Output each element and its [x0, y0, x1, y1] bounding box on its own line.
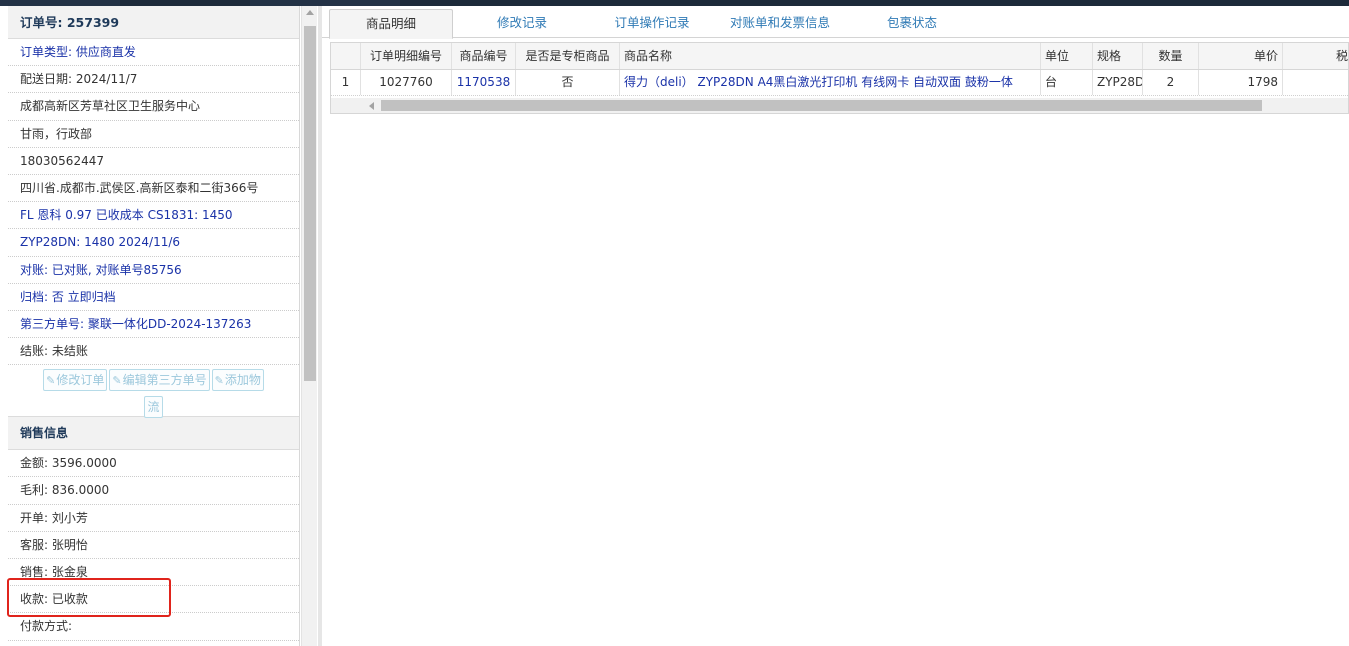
- cell-unit: 台: [1041, 70, 1093, 95]
- sales-detail-row: 毛利: 836.0000: [8, 477, 299, 505]
- edit-order-label: 修改订单: [56, 373, 105, 388]
- order-detail-row: 18030562447: [8, 148, 299, 175]
- header-product-name[interactable]: 商品名称: [620, 43, 1041, 69]
- order-detail-row[interactable]: ZYP28DN: 1480 2024/11/6: [8, 229, 299, 257]
- scroll-up-icon[interactable]: [306, 10, 314, 15]
- sales-detail-row: 开单: 刘小芳: [8, 505, 299, 532]
- edit-order-button[interactable]: ✎修改订单: [43, 369, 108, 392]
- horizontal-scrollbar-thumb[interactable]: [381, 100, 1262, 111]
- order-detail-row: 甘雨，行政部: [8, 121, 299, 148]
- order-detail-row: 四川省.成都市.武侯区.高新区泰和二街366号: [8, 175, 299, 203]
- cell-quantity: 2: [1143, 70, 1199, 95]
- cell-product-name-link[interactable]: 得力（deli） ZYP28DN A4黑白激光打印机 有线网卡 自动双面 鼓粉一…: [620, 70, 1041, 95]
- left-panel-scrollbar[interactable]: [301, 6, 317, 646]
- order-detail-row: 结账: 未结账: [8, 338, 299, 366]
- order-detail-row[interactable]: 订单类型: 供应商直发: [8, 39, 299, 67]
- detail-area: 商品明细 修改记录 订单操作记录 对账单和发票信息 包裹状态 订单明细编号 商品…: [322, 6, 1349, 646]
- header-detail-id[interactable]: 订单明细编号: [361, 43, 452, 69]
- cell-product-code-link[interactable]: 1170538: [452, 70, 516, 95]
- order-detail-row[interactable]: 归档: 否 立即归档: [8, 284, 299, 311]
- product-table: 订单明细编号 商品编号 是否是专柜商品 商品名称 单位 规格 数量 单价 税 1…: [330, 42, 1349, 114]
- header-counter-product[interactable]: 是否是专柜商品: [516, 43, 620, 69]
- sales-info-header: 销售信息: [8, 417, 299, 451]
- scroll-left-icon[interactable]: [369, 102, 374, 110]
- header-product-code[interactable]: 商品编号: [452, 43, 516, 69]
- edit-icon: ✎: [214, 374, 224, 388]
- header-unit[interactable]: 单位: [1041, 43, 1093, 69]
- scrollbar-thumb[interactable]: [304, 26, 316, 381]
- highlight-annotation: [7, 578, 171, 617]
- table-row[interactable]: 1 1027760 1170538 否 得力（deli） ZYP28DN A4黑…: [331, 70, 1348, 96]
- table-header: 订单明细编号 商品编号 是否是专柜商品 商品名称 单位 规格 数量 单价 税: [331, 43, 1348, 70]
- edit-third-party-button[interactable]: ✎编辑第三方单号: [109, 369, 210, 392]
- cell-counter-product: 否: [516, 70, 620, 95]
- header-tax[interactable]: 税: [1283, 43, 1348, 69]
- cell-detail-id: 1027760: [361, 70, 452, 95]
- order-detail-row[interactable]: 第三方单号: 聚联一体化DD-2024-137263: [8, 311, 299, 339]
- tab-bar: 商品明细 修改记录 订单操作记录 对账单和发票信息 包裹状态: [322, 6, 1349, 39]
- cell-spec: ZYP28D: [1093, 70, 1143, 95]
- cell-rownum: 1: [331, 70, 361, 95]
- order-detail-row[interactable]: 对账: 已对账, 对账单号85756: [8, 257, 299, 284]
- order-detail-row: 成都高新区芳草社区卫生服务中心: [8, 93, 299, 121]
- order-detail-row[interactable]: FL 恩科 0.97 已收成本 CS1831: 1450: [8, 202, 299, 230]
- tab-package-status[interactable]: 包裹状态: [867, 9, 957, 39]
- order-action-buttons: ✎修改订单 ✎编辑第三方单号 ✎添加物 流: [8, 365, 299, 419]
- cell-tax: [1283, 70, 1348, 95]
- table-horizontal-scrollbar[interactable]: [331, 98, 1348, 113]
- order-number-header: 订单号: 257399: [8, 6, 299, 39]
- add-logistics-label: 添加物: [224, 373, 261, 388]
- edit-icon: ✎: [112, 374, 122, 388]
- sales-detail-row: 付款方式:: [8, 613, 299, 641]
- order-info-panel: 订单号: 257399 订单类型: 供应商直发 配送日期: 2024/11/7 成都…: [8, 6, 300, 646]
- sales-detail-row: 金额: 3596.0000: [8, 450, 299, 478]
- edit-icon: ✎: [46, 374, 56, 388]
- add-logistics-button-wrap[interactable]: 流: [144, 396, 163, 419]
- order-detail-list: 订单类型: 供应商直发 配送日期: 2024/11/7 成都高新区芳草社区卫生服务中…: [8, 39, 299, 366]
- sales-detail-row: 客服: 张明怡: [8, 532, 299, 559]
- add-logistics-label-wrap: 流: [147, 400, 160, 415]
- header-spec[interactable]: 规格: [1093, 43, 1143, 69]
- tab-product-details[interactable]: 商品明细: [329, 9, 453, 39]
- tab-change-log[interactable]: 修改记录: [472, 9, 572, 39]
- cell-unit-price: 1798: [1199, 70, 1283, 95]
- header-rownum: [331, 43, 361, 69]
- header-unit-price[interactable]: 单价: [1199, 43, 1283, 69]
- tab-order-operation-log[interactable]: 订单操作记录: [602, 9, 702, 39]
- tab-statement-invoice[interactable]: 对账单和发票信息: [720, 9, 840, 39]
- edit-third-party-label: 编辑第三方单号: [122, 373, 207, 388]
- order-detail-row: 配送日期: 2024/11/7: [8, 66, 299, 94]
- add-logistics-button[interactable]: ✎添加物: [211, 369, 264, 392]
- header-quantity[interactable]: 数量: [1143, 43, 1199, 69]
